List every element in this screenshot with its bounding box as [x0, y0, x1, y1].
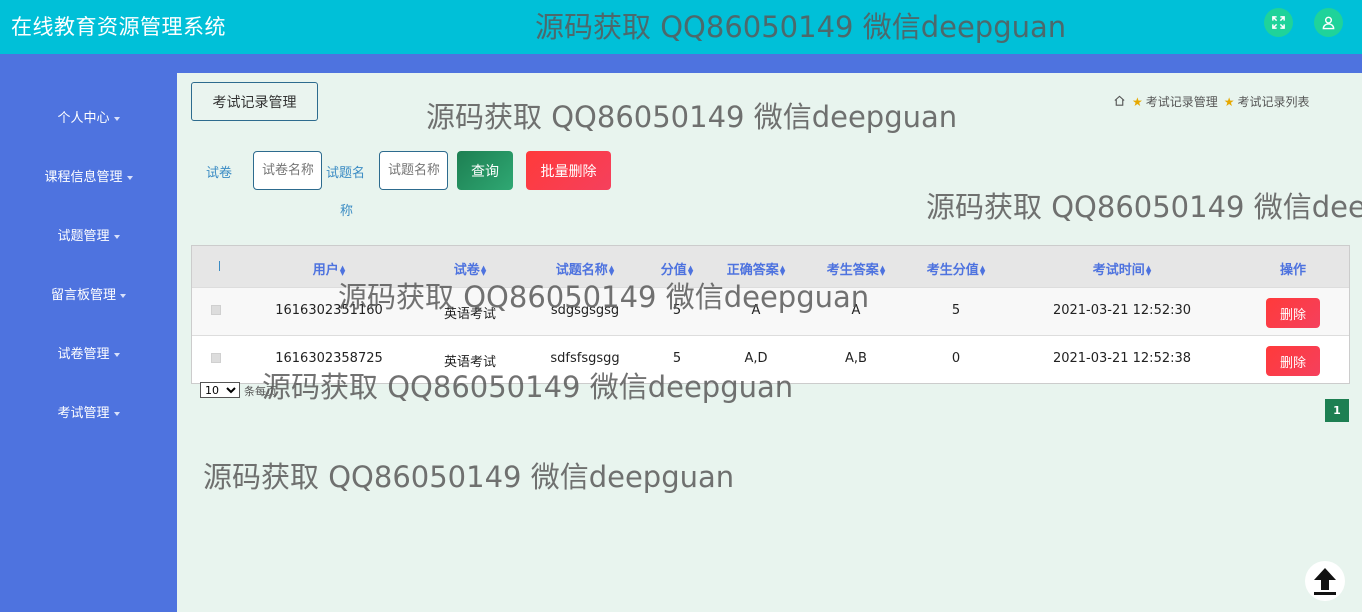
breadcrumb-item: 考试记录列表: [1237, 95, 1310, 109]
page-number-button[interactable]: 1: [1325, 399, 1349, 422]
cell-student-answer: A,B: [845, 351, 867, 366]
question-search-input[interactable]: [379, 151, 448, 190]
star-icon: ★: [1132, 94, 1143, 109]
sidebar-item-label: 课程信息管理: [44, 170, 123, 185]
page-title-button[interactable]: 考试记录管理: [191, 82, 318, 121]
header-strip: [0, 54, 1362, 73]
sidebar-item-label: 个人中心: [57, 111, 110, 126]
cell-paper: 英语考试: [443, 355, 497, 370]
delete-button[interactable]: 删除: [1266, 346, 1320, 376]
column-header-action: 操作: [1279, 263, 1307, 278]
star-icon: ★: [1223, 94, 1235, 109]
page-size-select[interactable]: 10: [200, 382, 240, 398]
column-header-exam-time[interactable]: 考试时间▲ ▼: [1093, 259, 1151, 278]
paper-search-input[interactable]: [253, 151, 322, 190]
table-row: 1616302358725 英语考试 sdfsfsgsgg 5 A,D A,B …: [192, 335, 1349, 383]
sort-icon: ▲ ▼: [879, 263, 886, 277]
bulk-delete-button[interactable]: 批量删除: [526, 151, 611, 190]
cell-score: 5: [672, 303, 682, 318]
caret-down-icon: [113, 116, 120, 121]
table-header: 用户▲ ▼ 试卷▲ ▼ 试题名称▲ ▼ 分值▲ ▼ 正确答案▲ ▼ 考生答案▲ ▼ 考生分值…: [192, 246, 1349, 287]
cell-score: 5: [672, 351, 682, 366]
column-header-question[interactable]: 试题名称▲ ▼: [556, 259, 614, 278]
cell-question: sdfsfsgsgg: [550, 351, 620, 366]
cell-user: 1616302351160: [275, 303, 383, 318]
sort-icon: ▲ ▼: [779, 263, 786, 277]
cell-exam-time: 2021-03-21 12:52:38: [1052, 351, 1192, 366]
sidebar-item-label: 留言板管理: [50, 288, 116, 303]
caret-down-icon: [113, 411, 120, 416]
sidebar-item-paper-manage[interactable]: 试卷管理: [0, 343, 177, 362]
sidebar-item-personal-center[interactable]: 个人中心: [0, 107, 177, 126]
column-header-student-answer[interactable]: 考生答案▲ ▼: [827, 259, 885, 278]
delete-button[interactable]: 删除: [1266, 298, 1320, 328]
sort-icon: ▲ ▼: [1145, 263, 1152, 277]
column-header-student-score[interactable]: 考生分值▲ ▼: [927, 259, 985, 278]
cell-paper: 英语考试: [443, 307, 497, 322]
question-label: 试题名: [326, 166, 366, 181]
sidebar-item-question-manage[interactable]: 试题管理: [0, 225, 177, 244]
sort-icon: ▲ ▼: [339, 263, 346, 277]
column-header-score[interactable]: 分值▲ ▼: [661, 259, 693, 278]
sort-icon: ▲ ▼: [608, 263, 615, 277]
cell-correct-answer: A,D: [744, 351, 768, 366]
row-checkbox[interactable]: [211, 305, 221, 315]
app-title: 在线教育资源管理系统: [11, 15, 226, 39]
exam-record-table: 用户▲ ▼ 试卷▲ ▼ 试题名称▲ ▼ 分值▲ ▼ 正确答案▲ ▼ 考生答案▲ ▼ 考生分值…: [191, 245, 1350, 384]
sidebar-item-label: 试卷管理: [57, 347, 110, 362]
user-icon[interactable]: [1314, 8, 1343, 37]
sort-icon: ▲ ▼: [480, 263, 487, 277]
cell-exam-time: 2021-03-21 12:52:30: [1052, 303, 1192, 318]
sort-icon: ▲ ▼: [687, 263, 694, 277]
question-label-wrap: 称: [340, 204, 354, 219]
select-all-checkbox[interactable]: [219, 261, 220, 271]
cell-student-answer: A: [851, 303, 861, 318]
cell-student-score: 0: [951, 351, 961, 366]
column-header-correct-answer[interactable]: 正确答案▲ ▼: [727, 259, 785, 278]
breadcrumb: ★ 考试记录管理 ★ 考试记录列表: [1113, 93, 1310, 110]
column-header-paper[interactable]: 试卷▲ ▼: [454, 259, 486, 278]
sidebar-item-message-board[interactable]: 留言板管理: [0, 284, 177, 303]
back-to-top-icon[interactable]: [1305, 561, 1345, 601]
sidebar-item-label: 试题管理: [57, 229, 110, 244]
row-checkbox[interactable]: [211, 353, 221, 363]
caret-down-icon: [126, 175, 133, 180]
table-row: 1616302351160 英语考试 sdgsgsgsg 5 A A 5 202…: [192, 287, 1349, 335]
sidebar-item-label: 考试管理: [57, 406, 110, 421]
paper-label: 试卷: [206, 166, 233, 181]
breadcrumb-item[interactable]: 考试记录管理: [1146, 93, 1218, 110]
sidebar-item-exam-manage[interactable]: 考试管理: [0, 402, 177, 421]
cell-user: 1616302358725: [275, 351, 383, 366]
sidebar-item-course-info[interactable]: 课程信息管理: [0, 166, 177, 185]
home-icon[interactable]: [1113, 94, 1126, 110]
cell-question: sdgsgsgsg: [550, 303, 620, 318]
sidebar: 个人中心 课程信息管理 试题管理 留言板管理 试卷管理 考试管理: [0, 54, 177, 612]
top-bar: 在线教育资源管理系统: [0, 0, 1362, 54]
expand-icon[interactable]: [1264, 8, 1293, 37]
sort-icon: ▲ ▼: [979, 263, 986, 277]
caret-down-icon: [113, 352, 120, 357]
column-header-user[interactable]: 用户▲ ▼: [313, 259, 345, 278]
cell-student-score: 5: [951, 303, 961, 318]
caret-down-icon: [113, 234, 120, 239]
page-size-label: 条每页: [244, 385, 277, 398]
cell-correct-answer: A: [751, 303, 761, 318]
query-button[interactable]: 查询: [457, 151, 513, 190]
caret-down-icon: [120, 293, 126, 298]
